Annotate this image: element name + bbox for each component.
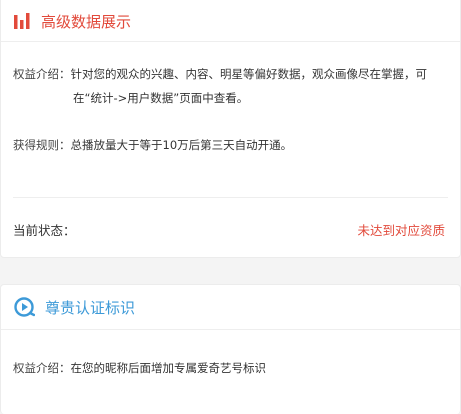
status-value: 未达到对应资质 <box>357 223 445 238</box>
rule-text: 总播放量大于等于10万后第三天自动开通。 <box>70 138 293 152</box>
premium-data-title: 高级数据展示 <box>41 12 132 31</box>
benefit-label: 权益介绍： <box>13 67 71 81</box>
verify-badge-header: 尊贵认证标识 <box>1 285 460 330</box>
benefit-text-line1: 针对您的观众的兴趣、内容、明星等偏好数据，观众画像尽在掌握，可 <box>70 67 428 81</box>
premium-rule-row: 获得规则：总播放量大于等于10万后第三天自动开通。 <box>13 132 292 158</box>
verify-badge-title: 尊贵认证标识 <box>45 298 136 317</box>
benefit-text: 在您的昵称后面增加专属爱奇艺号标识 <box>70 361 267 375</box>
benefit-text-line2: 在“统计->用户数据”页面中查看。 <box>73 91 249 105</box>
premium-benefit-row: 权益介绍：针对您的观众的兴趣、内容、明星等偏好数据，观众画像尽在掌握，可 <box>13 61 427 87</box>
premium-data-header: 高级数据展示 <box>1 1 460 42</box>
premium-data-card: 高级数据展示 权益介绍：针对您的观众的兴趣、内容、明星等偏好数据，观众画像尽在掌… <box>0 0 461 258</box>
benefit-label: 权益介绍： <box>13 361 71 375</box>
verify-badge-card: 尊贵认证标识 权益介绍：在您的昵称后面增加专属爱奇艺号标识 <box>0 284 461 414</box>
rule-label: 获得规则： <box>13 138 71 152</box>
divider <box>13 197 448 198</box>
premium-benefit-row-2: 在“统计->用户数据”页面中查看。 <box>73 85 248 111</box>
status-label: 当前状态： <box>13 223 76 238</box>
bar-chart-icon <box>13 12 31 30</box>
verify-benefit-row: 权益介绍：在您的昵称后面增加专属爱奇艺号标识 <box>13 355 266 381</box>
play-circle-icon <box>13 296 36 318</box>
